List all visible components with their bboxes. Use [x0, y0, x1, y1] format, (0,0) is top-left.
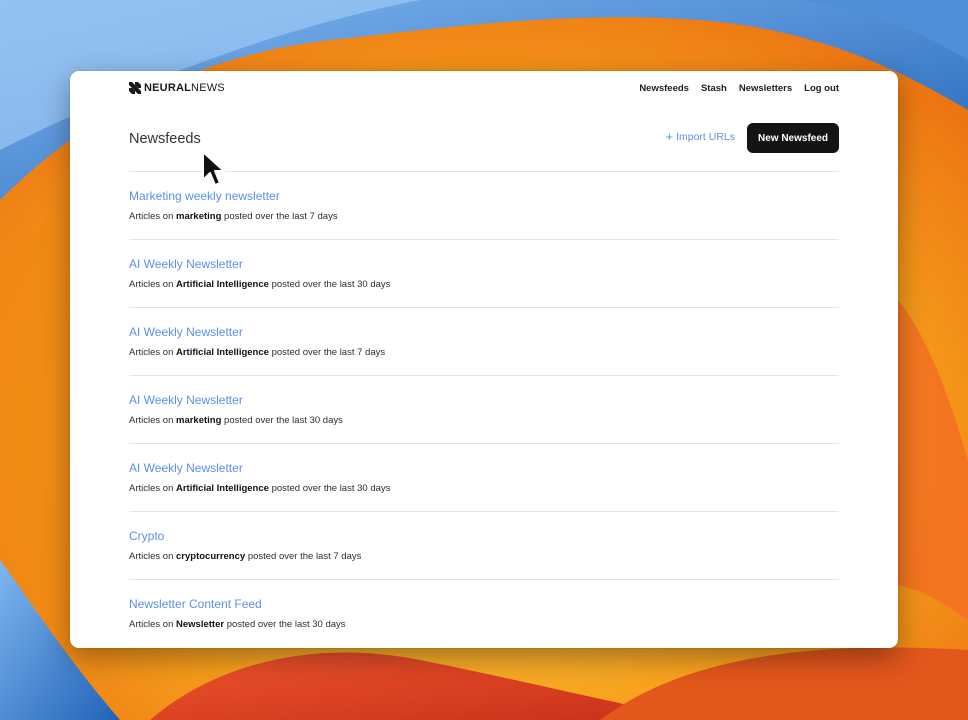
newsfeed-desc-prefix: Articles on [129, 415, 174, 426]
brand-logo[interactable]: NEURALNEWS [129, 80, 225, 96]
import-urls-label: Import URLs [676, 131, 735, 143]
newsfeed-title-link[interactable]: AI Weekly Newsletter [129, 393, 243, 407]
newsfeed-title-link[interactable]: AI Weekly Newsletter [129, 257, 243, 271]
newsfeed-topic: cryptocurrency [176, 551, 246, 562]
nav-links: Newsfeeds Stash Newsletters Log out [639, 80, 839, 96]
brand-name-bold: NEURAL [144, 82, 192, 94]
newsfeed-desc-suffix: posted over the last 30 days [226, 619, 346, 630]
newsfeed-description: Articles on marketing posted over the la… [129, 415, 343, 426]
newsfeed-topic: Artificial Intelligence [176, 483, 269, 494]
newsfeed-desc-prefix: Articles on [129, 211, 174, 222]
newsfeed-desc-suffix: posted over the last 30 days [271, 279, 391, 290]
page-title: Newsfeeds [129, 131, 201, 147]
brand-name-light: NEWS [191, 82, 225, 94]
top-navbar: NEURALNEWS Newsfeeds Stash Newsletters L… [129, 80, 839, 96]
newsfeed-desc-suffix: posted over the last 7 days [247, 551, 362, 562]
newsfeed-topic: marketing [176, 211, 222, 222]
newsfeed-item: AI Weekly Newsletter Articles on marketi… [129, 375, 839, 443]
newsfeed-topic: Artificial Intelligence [176, 347, 269, 358]
app-window: NEURALNEWS Newsfeeds Stash Newsletters L… [70, 71, 898, 648]
newsfeed-item: AI Weekly Newsletter Articles on Artific… [129, 443, 839, 511]
newsfeed-topic: Artificial Intelligence [176, 279, 269, 290]
nav-stash-link[interactable]: Stash [701, 83, 727, 94]
desktop: NEURALNEWS Newsfeeds Stash Newsletters L… [0, 0, 968, 720]
newsfeed-desc-suffix: posted over the last 30 days [224, 415, 343, 426]
page-header: Newsfeeds + Import URLs New Newsfeed [129, 123, 839, 153]
newsfeed-title-link[interactable]: Crypto [129, 529, 164, 543]
import-urls-link[interactable]: + Import URLs [665, 129, 735, 144]
newsfeed-title-link[interactable]: AI Weekly Newsletter [129, 325, 243, 339]
neuralnews-logo-icon [129, 82, 141, 94]
arrow-cursor-icon [202, 151, 225, 186]
new-newsfeed-button[interactable]: New Newsfeed [747, 123, 839, 153]
newsfeed-item: Marketing weekly newsletter Articles on … [129, 171, 839, 239]
newsfeed-title-link[interactable]: Marketing weekly newsletter [129, 189, 280, 203]
newsfeed-desc-prefix: Articles on [129, 347, 174, 358]
newsfeed-title-link[interactable]: Newsletter Content Feed [129, 597, 262, 611]
newsfeed-description: Articles on cryptocurrency posted over t… [129, 551, 361, 562]
newsfeed-desc-suffix: posted over the last 30 days [271, 483, 391, 494]
plus-icon: + [665, 129, 674, 144]
newsfeed-description: Articles on Artificial Intelligence post… [129, 347, 385, 358]
newsfeed-desc-suffix: posted over the last 7 days [271, 347, 386, 358]
brand-name: NEURALNEWS [144, 80, 225, 96]
newsfeed-title-link[interactable]: AI Weekly Newsletter [129, 461, 243, 475]
newsfeed-desc-prefix: Articles on [129, 619, 174, 630]
newsfeed-topic: marketing [176, 415, 222, 426]
newsfeed-description: Articles on Artificial Intelligence post… [129, 279, 390, 290]
newsfeed-description: Articles on Artificial Intelligence post… [129, 483, 390, 494]
nav-logout-link[interactable]: Log out [804, 83, 839, 94]
newsfeed-desc-prefix: Articles on [129, 279, 174, 290]
newsfeed-topic: Newsletter [176, 619, 225, 630]
nav-newsletters-link[interactable]: Newsletters [739, 83, 792, 94]
newsfeed-desc-prefix: Articles on [129, 483, 174, 494]
newsfeed-desc-prefix: Articles on [129, 551, 174, 562]
newsfeed-item: Crypto Articles on cryptocurrency posted… [129, 511, 839, 579]
newsfeed-item: Newsletter Content Feed Articles on News… [129, 579, 839, 647]
newsfeed-desc-suffix: posted over the last 7 days [224, 211, 338, 222]
newsfeed-item: AI Weekly Newsletter Articles on Artific… [129, 239, 839, 307]
newsfeed-description: Articles on Newsletter posted over the l… [129, 619, 346, 630]
newsfeed-item: AI Weekly Newsletter Articles on Artific… [129, 307, 839, 375]
nav-newsfeeds-link[interactable]: Newsfeeds [639, 83, 689, 94]
newsfeed-description: Articles on marketing posted over the la… [129, 211, 338, 222]
newsfeed-list: Marketing weekly newsletter Articles on … [129, 171, 839, 647]
